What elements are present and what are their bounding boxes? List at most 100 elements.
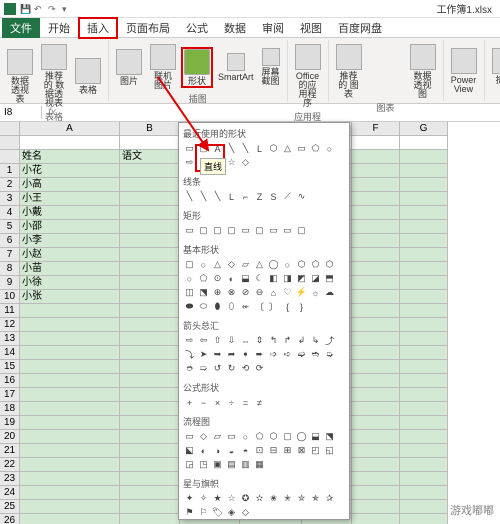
shape-item[interactable]: ⬯ [225, 300, 238, 313]
shape-item[interactable]: ⤵ [183, 348, 196, 361]
cell[interactable] [120, 234, 180, 248]
shape-item[interactable]: ⇩ [225, 334, 238, 347]
shape-item[interactable]: ╲ [197, 190, 210, 203]
shape-item[interactable]: ⊡ [253, 444, 266, 457]
shape-item[interactable]: ◰ [309, 444, 322, 457]
shape-item[interactable]: ✪ [239, 492, 252, 505]
shape-item[interactable]: ⚑ [183, 506, 196, 519]
shape-item[interactable]: ⊗ [225, 286, 238, 299]
shape-item[interactable]: ⬮ [211, 300, 224, 313]
row-header[interactable]: 19 [0, 416, 20, 430]
shape-item[interactable]: ÷ [225, 396, 238, 409]
shape-item[interactable]: L [253, 142, 266, 155]
cell[interactable] [20, 388, 120, 402]
shape-item[interactable]: ⬰ [239, 300, 252, 313]
cell[interactable] [400, 234, 448, 248]
shape-item[interactable]: ▥ [239, 458, 252, 471]
shape-item[interactable]: ↻ [225, 362, 238, 375]
shape-item[interactable]: ⊘ [239, 286, 252, 299]
shape-item[interactable]: ▭ [183, 224, 196, 237]
shape-item[interactable]: ★ [211, 492, 224, 505]
shape-item[interactable]: ◯ [295, 430, 308, 443]
row-header[interactable]: 13 [0, 332, 20, 346]
cell[interactable] [400, 220, 448, 234]
row-header[interactable]: 8 [0, 262, 20, 276]
row-header[interactable]: 7 [0, 248, 20, 262]
shape-item[interactable]: ▤ [225, 458, 238, 471]
col-header[interactable]: F [352, 122, 400, 136]
cell[interactable] [20, 500, 120, 514]
shape-item[interactable]: ╲ [183, 190, 196, 203]
shape-item[interactable]: Z [253, 190, 266, 203]
chart-icon[interactable] [367, 78, 379, 88]
shape-item[interactable]: ▢ [253, 224, 266, 237]
shape-item[interactable]: ⇨ [183, 156, 196, 169]
shape-item[interactable]: S [267, 190, 280, 203]
shape-item[interactable]: ╲ [239, 142, 252, 155]
tab-view[interactable]: 视图 [292, 18, 330, 38]
chart-icon[interactable] [380, 67, 392, 77]
shape-item[interactable]: ↰ [267, 334, 280, 347]
name-box[interactable]: I8 [0, 106, 42, 119]
shape-item[interactable]: ⬡ [295, 258, 308, 271]
cell[interactable] [400, 206, 448, 220]
cell[interactable] [120, 416, 180, 430]
shape-item[interactable]: ➭ [323, 348, 336, 361]
shape-item[interactable]: ◳ [197, 458, 210, 471]
shape-item[interactable]: ╲ [211, 190, 224, 203]
row-header[interactable]: 18 [0, 402, 20, 416]
shape-item[interactable]: ▦ [253, 458, 266, 471]
fx-icon[interactable]: fx [42, 107, 62, 118]
shape-item[interactable]: ➦ [225, 348, 238, 361]
cell[interactable] [400, 416, 448, 430]
row-header[interactable] [0, 150, 20, 164]
shape-item[interactable]: ☾ [253, 272, 266, 285]
cell[interactable] [400, 136, 448, 150]
cell[interactable] [352, 220, 400, 234]
cell[interactable] [400, 248, 448, 262]
cell[interactable] [352, 500, 400, 514]
chart-icon[interactable] [393, 56, 405, 66]
row-header[interactable]: 9 [0, 276, 20, 290]
row-header[interactable]: 10 [0, 290, 20, 304]
shape-item[interactable]: ▭ [225, 430, 238, 443]
shape-item[interactable]: ○ [183, 272, 196, 285]
cell[interactable] [20, 318, 120, 332]
cell[interactable] [352, 388, 400, 402]
shape-item[interactable]: ⬡ [267, 430, 280, 443]
cell[interactable] [120, 318, 180, 332]
tab-review[interactable]: 审阅 [254, 18, 292, 38]
chart-icon[interactable] [367, 67, 379, 77]
cell-name[interactable]: 小花 [20, 164, 120, 178]
screenshot-button[interactable]: 屏幕截图 [259, 46, 283, 88]
shape-item[interactable]: ⬓ [309, 430, 322, 443]
shape-item[interactable]: ➧ [239, 348, 252, 361]
shape-item[interactable]: ◪ [309, 272, 322, 285]
cell[interactable] [400, 318, 448, 332]
cell[interactable] [352, 150, 400, 164]
cell[interactable] [20, 402, 120, 416]
row-header[interactable]: 5 [0, 220, 20, 234]
shape-item[interactable]: △ [211, 258, 224, 271]
shape-item[interactable]: ▭ [183, 142, 196, 155]
shape-item[interactable]: ◇ [197, 430, 210, 443]
shapes-button[interactable]: 形状 [181, 47, 213, 88]
cell-name[interactable]: 小邵 [20, 220, 120, 234]
shape-item[interactable]: ⬭ [197, 300, 210, 313]
shape-item[interactable]: ○ [323, 142, 336, 155]
shape-item[interactable]: ✫ [253, 492, 266, 505]
quick-access[interactable]: 💾↶↷▾ [20, 4, 72, 14]
shape-item[interactable]: ⤴ [323, 334, 336, 347]
cell-name[interactable]: 小戴 [20, 206, 120, 220]
shape-item[interactable]: ☆ [225, 492, 238, 505]
cell-name[interactable]: 小李 [20, 234, 120, 248]
shape-item[interactable]: ☼ [309, 286, 322, 299]
picture-button[interactable]: 图片 [113, 47, 145, 88]
cell[interactable] [120, 178, 180, 192]
row-header[interactable]: 2 [0, 178, 20, 192]
cell[interactable] [20, 136, 120, 150]
shape-item[interactable]: ⇔ [239, 334, 252, 347]
shape-item[interactable]: ➨ [253, 348, 266, 361]
cell[interactable] [400, 430, 448, 444]
shape-item[interactable]: } [295, 300, 308, 313]
